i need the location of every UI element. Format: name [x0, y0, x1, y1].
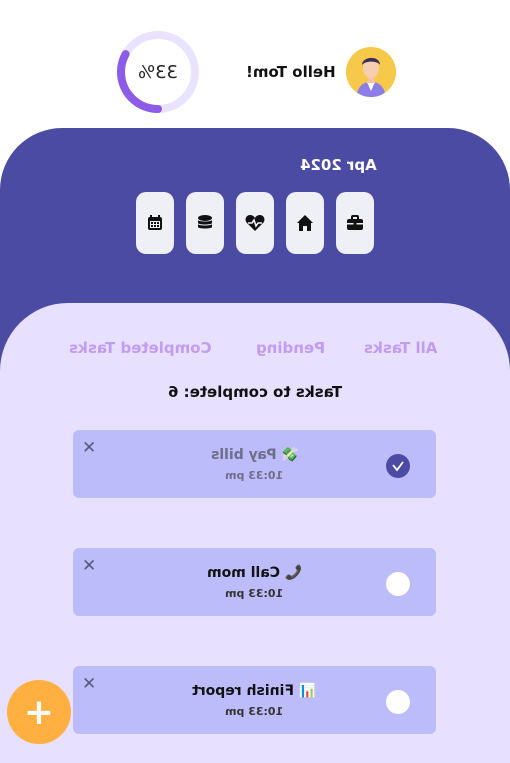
- task-card[interactable]: ✕ 📞 Call mom 10:33 pm: [73, 548, 436, 616]
- task-time: 10:33 pm: [225, 705, 284, 718]
- month-label[interactable]: Apr 2024: [300, 156, 377, 174]
- progress-text-wrap: 33%: [116, 30, 200, 114]
- task-title: Finish report: [192, 683, 295, 699]
- task-time: 10:33 pm: [225, 469, 284, 482]
- check-icon: [392, 461, 404, 472]
- task-title-inner: 💸 Pay bills: [211, 447, 299, 463]
- task-card[interactable]: ✕ 📊 Finish report 10:33 pm: [73, 666, 436, 734]
- add-task-button[interactable]: +: [7, 680, 71, 744]
- task-emoji: 📊: [299, 683, 317, 699]
- tab-pending-label: Pending: [256, 339, 326, 357]
- tasks-count-wrap: Tasks to complete: 6: [0, 383, 510, 401]
- category-work-button[interactable]: [336, 192, 374, 254]
- progress-value: 33%: [137, 61, 178, 83]
- task-title-wrap: 📞 Call mom: [73, 565, 436, 581]
- task-time-wrap: 10:33 pm: [73, 705, 436, 718]
- task-title-inner: 📞 Call mom: [207, 565, 302, 581]
- tasks-count: Tasks to complete: 6: [167, 383, 343, 401]
- task-title-wrap: 💸 Pay bills: [73, 447, 436, 463]
- month-wrap: Apr 2024: [300, 156, 377, 174]
- calendar-icon: [148, 215, 162, 230]
- task-complete-checkbox[interactable]: [386, 690, 410, 714]
- task-complete-checkbox[interactable]: [386, 454, 410, 478]
- progress-ring: 33%: [116, 30, 200, 114]
- task-title-wrap: 📊 Finish report: [73, 683, 436, 699]
- avatar-image: [346, 47, 396, 97]
- briefcase-icon: [347, 215, 363, 230]
- home-icon: [297, 215, 313, 231]
- tab-completed-label: Completed Tasks: [69, 339, 212, 357]
- tab-pending[interactable]: Pending: [256, 339, 325, 357]
- task-title: Pay bills: [210, 447, 277, 463]
- task-emoji: 📞: [284, 565, 303, 581]
- task-emoji: 💸: [281, 447, 299, 463]
- category-finance-button[interactable]: [186, 192, 224, 254]
- greeting-wrap: Hello Tom!: [246, 63, 336, 81]
- category-home-button[interactable]: [286, 192, 324, 254]
- tab-all-label: All Tasks: [364, 339, 438, 357]
- tab-completed-tasks[interactable]: Completed Tasks: [69, 339, 212, 357]
- plus-icon: +: [23, 691, 55, 733]
- tab-all-tasks[interactable]: All Tasks: [364, 339, 437, 357]
- task-title-inner: 📊 Finish report: [192, 683, 316, 699]
- coins-icon: [198, 215, 212, 229]
- task-time-wrap: 10:33 pm: [73, 587, 436, 600]
- category-calendar-button[interactable]: [136, 192, 174, 254]
- category-health-button[interactable]: [236, 192, 274, 254]
- heart-pulse-icon: [245, 215, 265, 231]
- task-complete-checkbox[interactable]: [386, 572, 410, 596]
- task-time: 10:33 pm: [225, 587, 284, 600]
- greeting-text: Hello Tom!: [246, 63, 336, 81]
- task-card[interactable]: ✕ 💸 Pay bills 10:33 pm: [73, 430, 436, 498]
- task-time-wrap: 10:33 pm: [73, 469, 436, 482]
- avatar[interactable]: [346, 47, 396, 97]
- task-title: Call mom: [206, 565, 280, 581]
